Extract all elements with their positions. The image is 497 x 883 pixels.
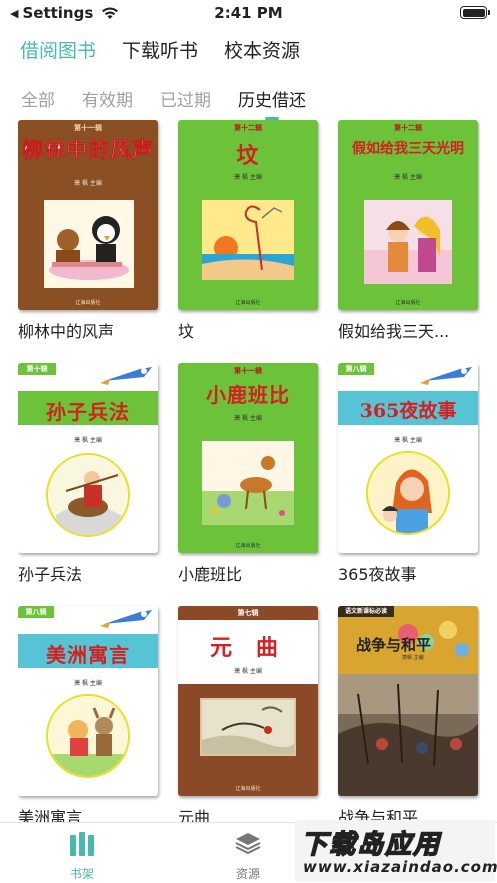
tab-school-resources[interactable]: 校本资源: [224, 36, 300, 63]
book-grid: 第十一辑 柳林中的风声 萧 枫 主编 辽海出版社 柳林中的风声 第十二辑 坟 萧…: [18, 120, 480, 822]
cover-title: 美洲寓言: [46, 643, 130, 667]
cover-title: 元 曲: [210, 635, 286, 661]
cover-illustration: [202, 441, 294, 525]
book-cover: 语文新课标必读 战争与和平 萧枫 主编: [338, 606, 478, 796]
status-bar: ◀ Settings 2:41 PM: [0, 0, 497, 26]
cover-title: 365夜故事: [359, 400, 457, 422]
book-title: 365夜故事: [338, 565, 417, 584]
book-cover: 第十一辑 柳林中的风声 萧 枫 主编 辽海出版社: [18, 120, 158, 310]
tab-bookshelf[interactable]: 书架: [42, 831, 122, 882]
cover-title: 假如给我三天光明: [352, 141, 464, 157]
layers-icon: [235, 833, 261, 855]
book-cover: 第八辑 美洲寓言 萧 枫 主编: [18, 606, 158, 796]
filter-valid[interactable]: 有效期: [82, 86, 133, 111]
tab-resources-label: 资源: [235, 867, 260, 881]
book-cover: 第七辑 元 曲 萧 枫 主编 辽海出版社: [178, 606, 318, 796]
book-title: 坟: [178, 322, 195, 341]
watermark-url: www.xiazaindao.com: [303, 858, 497, 876]
clock: 2:41 PM: [214, 4, 283, 22]
bookshelf-icon: [70, 832, 94, 856]
rocket-icon: [100, 610, 152, 628]
book-title: 美洲寓言: [18, 808, 83, 822]
watermark: 下载岛应用 www.xiazaindao.com: [295, 820, 497, 882]
tab-resources[interactable]: 资源: [208, 831, 288, 882]
rocket-icon: [420, 367, 472, 385]
cover-illustration: [44, 200, 134, 288]
cover-illustration: [46, 453, 130, 537]
book-cover: 第八辑 365夜故事 萧 枫 主编: [338, 363, 478, 553]
cover-title: 战争与和平: [356, 636, 432, 654]
book-cover: 第十二辑 假如给我三天光明 萧 枫 主编 辽海出版社: [338, 120, 478, 310]
book-title: 假如给我三天...: [338, 322, 450, 341]
cover-title: 坟: [236, 143, 260, 169]
rocket-icon: [100, 367, 152, 385]
book-title: 小鹿班比: [178, 565, 243, 584]
tab-downloaded-audio[interactable]: 下载听书: [122, 36, 198, 63]
cover-illustration: [200, 698, 296, 756]
filter-all[interactable]: 全部: [21, 86, 55, 111]
book-cover: 第十一辑 小鹿班比 萧 枫 主编 辽海出版社: [178, 363, 318, 553]
cover-illustration: [364, 200, 452, 284]
watermark-logo-text: 下载岛应用: [300, 829, 442, 861]
filter-history[interactable]: 历史借还: [238, 86, 306, 120]
filter-tabs: 全部 有效期 已过期 历史借还: [21, 86, 306, 120]
tab-borrowed-books[interactable]: 借阅图书: [20, 36, 96, 63]
cover-title: 柳林中的风声: [22, 137, 154, 163]
cover-illustration: [202, 200, 294, 280]
cover-title: 小鹿班比: [206, 383, 290, 407]
cover-illustration: [46, 694, 130, 778]
cover-illustration: [338, 674, 478, 796]
battery-icon: [460, 6, 490, 19]
book-title: 孙子兵法: [18, 565, 83, 584]
cover-title: 孙子兵法: [46, 400, 130, 424]
main-tabs: 借阅图书 下载听书 校本资源: [20, 36, 300, 63]
cover-illustration: [366, 451, 450, 535]
tab-bookshelf-label: 书架: [69, 867, 94, 881]
filter-expired[interactable]: 已过期: [160, 86, 211, 111]
book-title: 柳林中的风声: [18, 322, 115, 341]
book-cover: 第十辑 孙子兵法 萧 枫 主编: [18, 363, 158, 553]
book-cover: 第十二辑 坟 萧 枫 主编 辽海出版社: [178, 120, 318, 310]
